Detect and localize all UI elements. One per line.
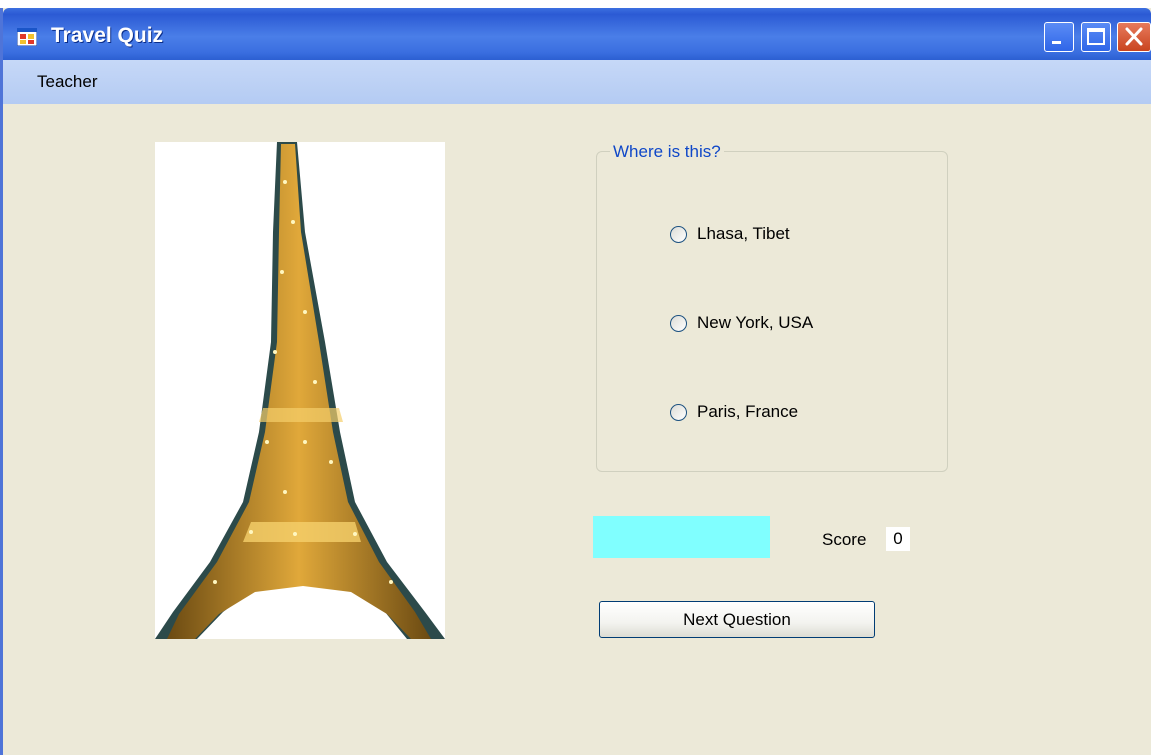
option-label: Paris, France	[697, 402, 799, 421]
score-label: Score	[822, 530, 867, 549]
window-title: Travel Quiz	[51, 24, 164, 47]
next-question-button[interactable]: Next Question	[599, 601, 875, 638]
radio-icon[interactable]	[670, 225, 687, 243]
close-button[interactable]	[1117, 22, 1151, 52]
menu-teacher[interactable]: Teacher	[37, 72, 97, 92]
radio-icon[interactable]	[670, 403, 687, 421]
minimize-button[interactable]	[1044, 22, 1074, 52]
option-label: Lhasa, Tibet	[697, 224, 790, 243]
question-label: Where is this?	[610, 142, 724, 162]
option-lhasa[interactable]: Lhasa, Tibet	[670, 222, 790, 246]
eiffel-tower-image	[155, 142, 445, 639]
minimize-icon	[1052, 41, 1061, 44]
option-new-york[interactable]: New York, USA	[670, 311, 813, 335]
option-paris[interactable]: Paris, France	[670, 400, 798, 424]
app-form-icon	[17, 28, 37, 46]
title-bar[interactable]: Travel Quiz	[3, 8, 1151, 60]
answer-feedback-box	[593, 516, 770, 558]
close-icon	[1125, 27, 1143, 46]
maximize-button[interactable]	[1081, 22, 1111, 52]
maximize-icon	[1087, 28, 1105, 45]
eiffel-tower-picture	[155, 142, 445, 639]
option-label: New York, USA	[697, 313, 814, 332]
menu-bar: Teacher	[3, 60, 1151, 104]
score-value: 0	[886, 527, 910, 551]
radio-icon[interactable]	[670, 314, 687, 332]
